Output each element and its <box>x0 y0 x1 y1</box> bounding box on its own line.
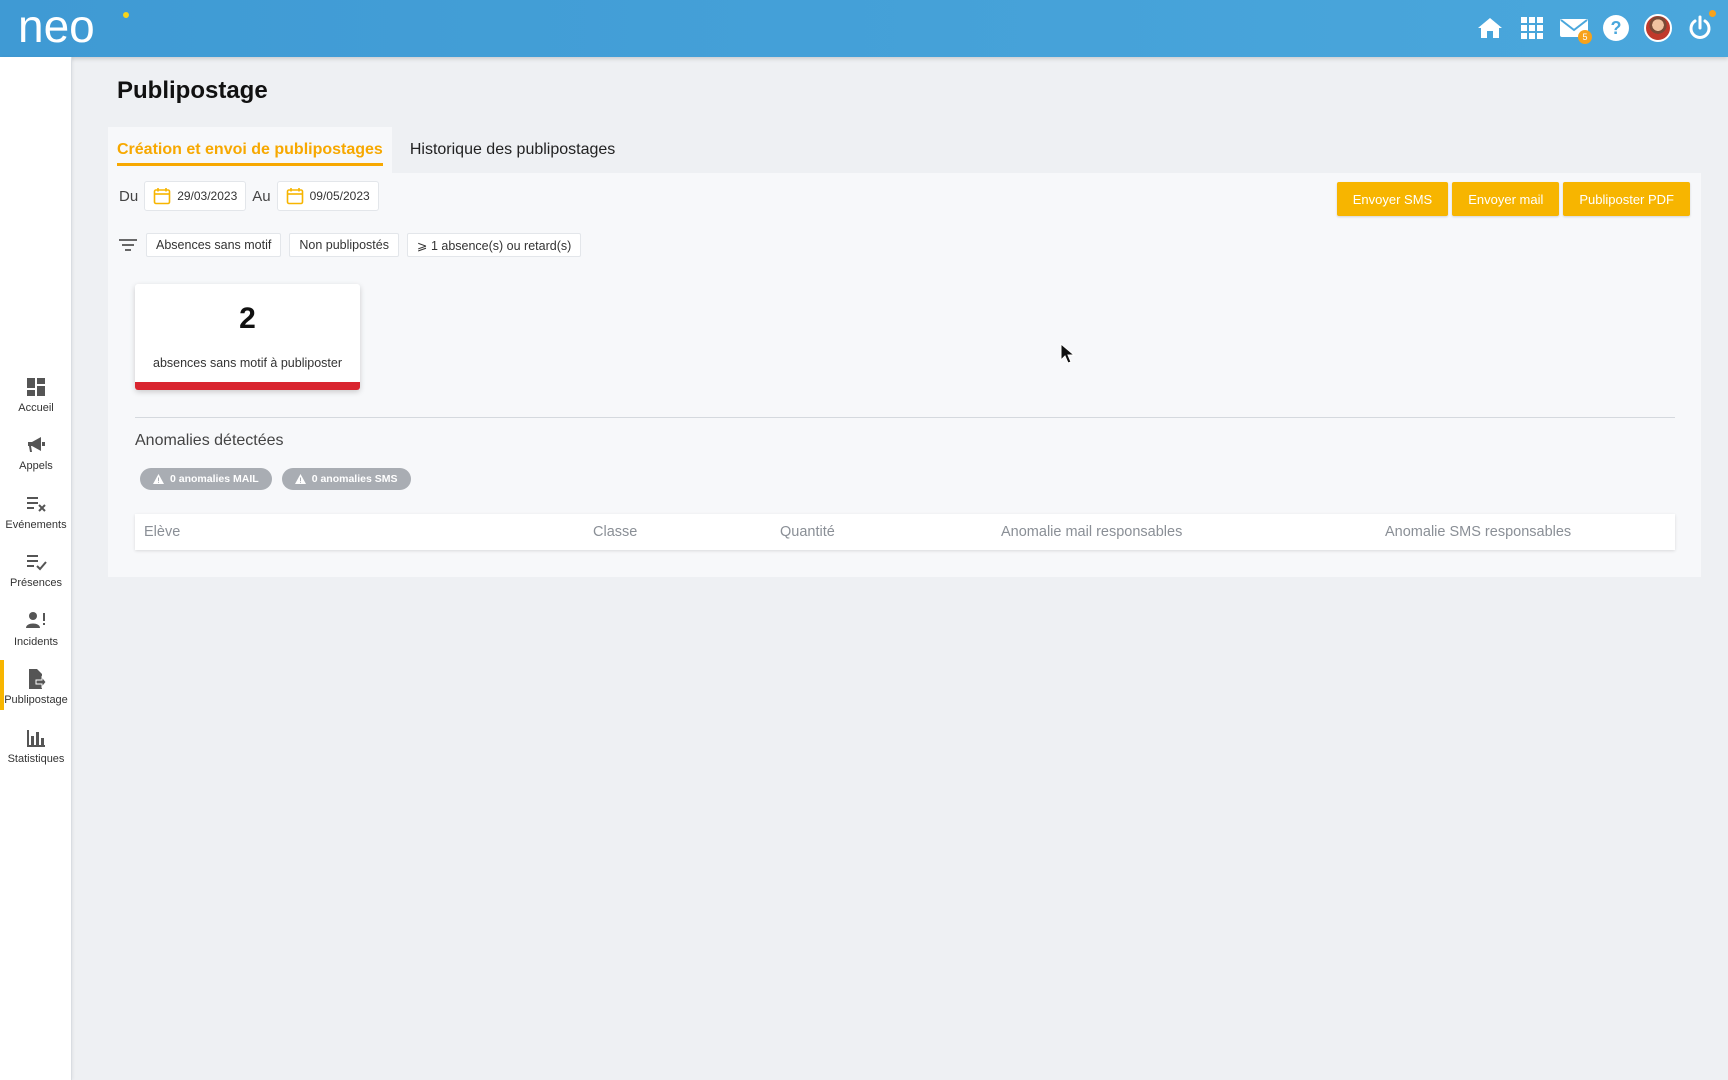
help-icon[interactable]: ? <box>1600 12 1632 44</box>
sidebar-item-label: Publipostage <box>4 694 68 706</box>
sidebar-item-incidents[interactable]: Incidents <box>0 606 72 658</box>
sidebar-item-label: Accueil <box>18 402 54 414</box>
filter-chip-non-publipostes[interactable]: Non publipostés <box>289 233 399 257</box>
svg-text:neo: neo <box>18 6 95 50</box>
column-quantite[interactable]: Quantité <box>780 524 835 540</box>
filter-chip-absences[interactable]: Absences sans motif <box>146 233 282 257</box>
stat-label: absences sans motif à publiposter <box>153 356 342 370</box>
event-list-icon <box>27 497 46 512</box>
action-buttons: Envoyer SMS Envoyer mail Publiposter PDF <box>1336 182 1690 216</box>
document-send-icon <box>29 669 47 689</box>
dashboard-icon <box>27 378 45 396</box>
date-range: Du 29/03/2023 Au 09/05/2023 <box>117 181 379 211</box>
tabs: Création et envoi de publipostages Histo… <box>108 127 624 173</box>
send-sms-button[interactable]: Envoyer SMS <box>1336 182 1449 216</box>
person-alert-icon <box>26 612 45 628</box>
page-title: Publipostage <box>117 77 268 104</box>
sidebar-item-label: Appels <box>19 460 53 472</box>
bar-chart-icon <box>27 730 45 747</box>
column-eleve[interactable]: Elève <box>144 524 180 540</box>
home-icon[interactable] <box>1474 12 1506 44</box>
sidebar: Accueil Appels Evénements Présences Inci… <box>0 57 72 1080</box>
checklist-icon <box>27 555 47 571</box>
divider <box>135 417 1675 418</box>
neo-logo[interactable]: neo <box>18 6 138 50</box>
sidebar-item-statistiques[interactable]: Statistiques <box>0 723 72 775</box>
from-label: Du <box>119 187 139 205</box>
avatar[interactable] <box>1642 12 1674 44</box>
sidebar-item-appels[interactable]: Appels <box>0 430 72 482</box>
calendar-icon <box>286 188 303 205</box>
warning-icon <box>153 474 164 484</box>
sidebar-item-evenements[interactable]: Evénements <box>0 489 72 541</box>
calendar-icon <box>153 188 171 205</box>
publipost-pdf-button[interactable]: Publiposter PDF <box>1563 182 1690 216</box>
warning-icon <box>294 474 306 484</box>
top-bar: neo 5 ? <box>0 0 1728 57</box>
from-date-value: 29/03/2023 <box>177 189 238 203</box>
mail-count-badge: 5 <box>1578 30 1592 44</box>
anomalies-title: Anomalies détectées <box>135 432 284 449</box>
megaphone-icon <box>28 437 45 452</box>
sidebar-item-label: Statistiques <box>7 753 65 765</box>
to-date-picker[interactable]: 09/05/2023 <box>276 181 379 211</box>
top-icons: 5 ? <box>1474 10 1716 44</box>
stat-value: 2 <box>239 302 256 335</box>
anomalies-sms-badge: 0 anomalies SMS <box>281 468 411 490</box>
column-anomalie-sms[interactable]: Anomalie SMS responsables <box>1385 524 1571 540</box>
filter-icon[interactable] <box>118 237 138 253</box>
sidebar-item-accueil[interactable]: Accueil <box>0 372 72 424</box>
sidebar-item-label: Présences <box>10 577 62 589</box>
stat-status-bar <box>135 382 360 390</box>
sidebar-item-publipostage[interactable]: Publipostage <box>0 660 72 716</box>
tab-historique[interactable]: Historique des publipostages <box>392 127 624 173</box>
from-date-picker[interactable]: 29/03/2023 <box>144 181 247 211</box>
main-panel: Du 29/03/2023 Au 09/05/2023 Envoyer SMS … <box>108 173 1701 577</box>
filter-row: Absences sans motif Non publipostés ⩾ 1 … <box>118 233 582 257</box>
to-label: Au <box>252 187 271 205</box>
mail-icon[interactable]: 5 <box>1558 12 1592 44</box>
column-anomalie-mail[interactable]: Anomalie mail responsables <box>1001 524 1182 540</box>
apps-grid-icon[interactable] <box>1516 12 1548 44</box>
power-icon[interactable] <box>1684 10 1716 44</box>
column-classe[interactable]: Classe <box>593 524 637 540</box>
tab-creation-envoi[interactable]: Création et envoi de publipostages <box>108 127 392 173</box>
mouse-cursor <box>1060 343 1076 364</box>
stat-card[interactable]: 2 absences sans motif à publiposter <box>135 284 360 390</box>
anomalies-mail-badge: 0 anomalies MAIL <box>140 468 272 490</box>
anomalies-table-header: Elève Classe Quantité Anomalie mail resp… <box>135 514 1675 550</box>
sidebar-item-presences[interactable]: Présences <box>0 547 72 599</box>
sidebar-item-label: Evénements <box>5 519 67 531</box>
anomalies-badges: 0 anomalies MAIL 0 anomalies SMS <box>140 468 411 490</box>
to-date-value: 09/05/2023 <box>309 189 370 203</box>
filter-chip-seuil[interactable]: ⩾ 1 absence(s) ou retard(s) <box>407 233 582 257</box>
sidebar-item-label: Incidents <box>13 636 59 648</box>
send-mail-button[interactable]: Envoyer mail <box>1452 182 1560 216</box>
svg-text:?: ? <box>1611 18 1622 38</box>
